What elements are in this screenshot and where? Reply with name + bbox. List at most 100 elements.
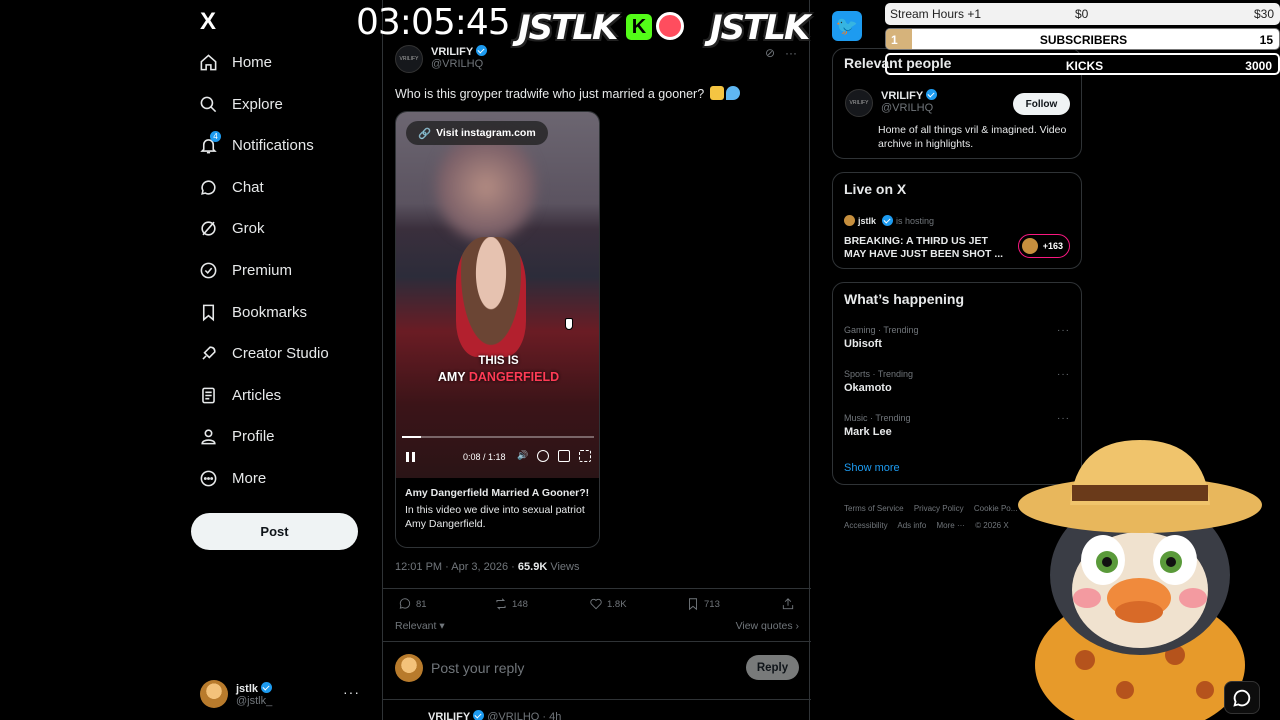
trend-name: Ubisoft xyxy=(844,338,882,350)
author-name[interactable]: VRILIFY xyxy=(431,46,473,58)
notification-badge: 4 xyxy=(210,131,221,142)
footer-link[interactable]: Accessibility xyxy=(844,521,888,530)
share-icon xyxy=(782,598,794,610)
video-caption-line2: AMY DANGERFIELD xyxy=(396,370,599,384)
x-logo-icon[interactable]: X xyxy=(200,8,216,36)
grok-icon xyxy=(198,218,218,238)
nav-creator-studio[interactable]: Creator Studio xyxy=(198,333,329,373)
next-post-header[interactable]: VRILIFY @VRILHQ · 4h xyxy=(428,710,561,720)
nav-label: Articles xyxy=(232,386,282,404)
repost-action[interactable]: 148 xyxy=(494,597,528,611)
rocket-icon xyxy=(198,343,218,363)
person-icon xyxy=(198,426,218,446)
reply-action[interactable]: 81 xyxy=(398,597,427,611)
fullscreen-icon[interactable] xyxy=(579,450,591,462)
video-progress-bar[interactable] xyxy=(402,436,594,438)
subscribers-label: SUBSCRIBERS xyxy=(1039,33,1128,47)
chat-bubble-button[interactable] xyxy=(1224,681,1260,714)
trend-category: Music · Trending xyxy=(844,413,911,423)
bookmark-count: 713 xyxy=(704,598,720,610)
sort-label: Relevant xyxy=(395,620,437,632)
reply-composer: Post your reply Reply xyxy=(395,654,799,684)
footer-copyright: © 2026 X xyxy=(975,521,1009,530)
video-controls: 0:08 / 1:18 🔊 xyxy=(396,449,599,467)
verified-icon xyxy=(473,710,485,720)
grok-explain-icon[interactable]: ⊘ xyxy=(765,46,775,60)
home-icon xyxy=(198,52,218,72)
more-dots-icon[interactable]: ··· xyxy=(1057,369,1070,380)
footer-link[interactable]: Privacy Policy xyxy=(914,504,964,513)
nav-more[interactable]: More xyxy=(198,458,266,498)
trend-item[interactable]: Sports · Trending Okamoto ··· xyxy=(844,369,1070,394)
pause-icon[interactable] xyxy=(406,452,415,462)
jstlk-kick-logo: JSTLK xyxy=(518,8,618,48)
live-listener-count: +163 xyxy=(1017,234,1070,258)
view-quotes-link[interactable]: View quotes › xyxy=(736,620,799,632)
more-dots-icon[interactable]: ··· xyxy=(343,684,360,700)
post-timestamp[interactable]: 12:01 PM · Apr 3, 2026 · xyxy=(395,561,518,573)
live-on-x-panel[interactable]: Live on X jstlk is hosting BREAKING: A TH… xyxy=(832,172,1082,269)
post-header-icons: ⊘ ··· xyxy=(765,46,797,60)
card-info[interactable]: Amy Dangerfield Married A Gooner?! In th… xyxy=(396,478,599,547)
video-player[interactable]: 🔗 Visit instagram.com THIS IS AMY DANGER… xyxy=(396,112,599,478)
nav-premium[interactable]: Premium xyxy=(198,250,292,290)
account-switcher[interactable]: jstlk @jstlk_ ··· xyxy=(200,676,370,712)
relevant-user[interactable]: VRILIFY VRILIFY @VRILHQ xyxy=(845,89,938,117)
share-action[interactable] xyxy=(781,597,795,611)
volume-icon[interactable]: 🔊 xyxy=(517,450,528,461)
trend-item[interactable]: Music · Trending Mark Lee ··· xyxy=(844,413,1070,438)
relevant-avatar: VRILIFY xyxy=(845,89,873,117)
settings-icon[interactable] xyxy=(537,450,549,462)
relevant-bio: Home of all things vril & imagined. Vide… xyxy=(878,124,1067,150)
footer-link[interactable]: Ads info xyxy=(897,521,926,530)
nav-chat[interactable]: Chat xyxy=(198,167,264,207)
reply-icon xyxy=(399,598,411,609)
relevant-name: VRILIFY xyxy=(881,90,924,102)
link-icon: 🔗 xyxy=(418,127,432,140)
author-handle[interactable]: @VRILHQ xyxy=(431,58,487,70)
next-author-meta: @VRILHQ · 4h xyxy=(487,711,562,720)
nav-bookmarks[interactable]: Bookmarks xyxy=(198,292,307,332)
stream-clock: 03:05:45 xyxy=(356,2,511,43)
show-more-link[interactable]: Show more xyxy=(844,462,900,474)
nav-explore[interactable]: Explore xyxy=(198,84,283,124)
reply-input[interactable]: Post your reply xyxy=(431,660,524,676)
nav-notifications[interactable]: 4 Notifications xyxy=(198,125,314,165)
reply-button[interactable]: Reply xyxy=(746,655,799,680)
chat-icon xyxy=(198,177,218,197)
nav-label: Creator Studio xyxy=(232,344,329,362)
footer-link[interactable]: Cookie Po... xyxy=(974,504,1018,513)
nav-articles[interactable]: Articles xyxy=(198,375,281,415)
emoji-icon xyxy=(725,86,740,100)
live-title: Live on X xyxy=(844,181,907,197)
bookmark-action[interactable]: 713 xyxy=(686,597,720,611)
relevant-people-title: Relevant people xyxy=(844,55,952,71)
pip-icon[interactable] xyxy=(558,450,570,462)
author-avatar[interactable]: VRILIFY xyxy=(395,45,423,73)
penguin-mascot-icon xyxy=(1018,440,1262,720)
bell-icon: 4 xyxy=(198,131,221,155)
footer-link[interactable]: Terms of Service xyxy=(844,504,904,513)
post-button[interactable]: Post xyxy=(191,513,358,550)
nav-home[interactable]: Home xyxy=(198,42,272,82)
repost-count: 148 xyxy=(512,598,528,610)
trend-category: Gaming · Trending xyxy=(844,325,919,335)
more-dots-icon[interactable]: ··· xyxy=(1057,325,1070,336)
search-icon xyxy=(198,94,218,114)
more-dots-icon[interactable]: ··· xyxy=(1057,413,1070,424)
nav-grok[interactable]: Grok xyxy=(198,208,265,248)
divider xyxy=(383,641,811,642)
caption-red: DANGERFIELD xyxy=(468,370,560,384)
video-progress-fill xyxy=(402,436,422,438)
like-action[interactable]: 1.8K xyxy=(589,597,627,611)
visit-link-button[interactable]: 🔗 Visit instagram.com xyxy=(406,121,548,145)
footer-link[interactable]: More ··· xyxy=(937,521,965,530)
subscribers-row: 1 SUBSCRIBERS 15 xyxy=(885,28,1280,50)
nav-profile[interactable]: Profile xyxy=(198,416,275,456)
post-meta: 12:01 PM · Apr 3, 2026 · 65.9K Views xyxy=(395,561,579,573)
verified-icon xyxy=(261,681,273,693)
more-dots-icon[interactable]: ··· xyxy=(785,46,797,60)
sort-dropdown[interactable]: Relevant ▾ xyxy=(395,620,445,632)
trend-item[interactable]: Gaming · Trending Ubisoft ··· xyxy=(844,325,1070,350)
follow-button[interactable]: Follow xyxy=(1013,93,1070,115)
